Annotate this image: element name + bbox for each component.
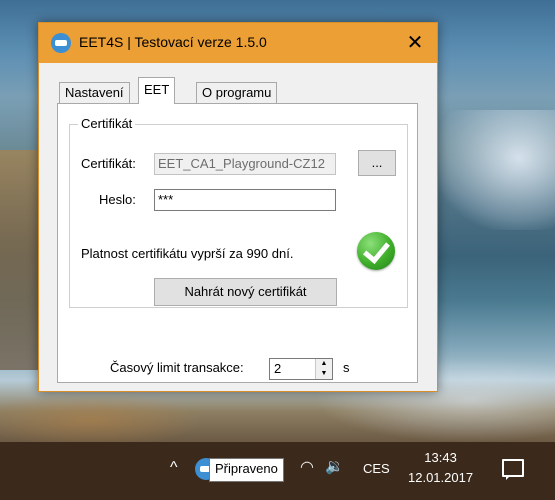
action-center-icon[interactable] bbox=[502, 459, 524, 480]
tab-eet[interactable]: EET bbox=[138, 77, 176, 104]
tab-page-eet: Certifikát Certifikát: EET_CA1_Playgroun… bbox=[57, 103, 418, 383]
title-bar[interactable]: EET4S | Testovací verze 1.5.0 ✕ bbox=[39, 23, 437, 63]
taskbar: ^ Připraveno ◠ 🔉 CES 13:43 12.01.2017 bbox=[0, 442, 555, 500]
validity-text: Platnost certifikátu vyprší za 990 dní. bbox=[81, 246, 294, 261]
certificate-label: Certifikát: bbox=[81, 156, 136, 171]
show-hidden-icons-chevron-icon[interactable]: ^ bbox=[170, 459, 178, 477]
timeout-spinner[interactable]: 2 ▲ ▼ bbox=[269, 358, 333, 380]
app-window: EET4S | Testovací verze 1.5.0 ✕ Nastaven… bbox=[38, 22, 438, 392]
tab-nastaveni[interactable]: Nastavení bbox=[59, 82, 130, 103]
timeout-label: Časový limit transakce: bbox=[110, 360, 244, 375]
wifi-icon[interactable]: ◠ bbox=[300, 457, 314, 477]
check-icon bbox=[357, 232, 395, 270]
upload-certificate-button[interactable]: Nahrát nový certifikát bbox=[154, 278, 337, 306]
window-title: EET4S | Testovací verze 1.5.0 bbox=[79, 34, 267, 50]
spinner-down-icon[interactable]: ▼ bbox=[316, 369, 332, 379]
timeout-value[interactable]: 2 bbox=[274, 361, 281, 377]
certificate-field: EET_CA1_Playground-CZ12 bbox=[154, 153, 336, 175]
password-field[interactable]: *** bbox=[154, 189, 336, 211]
clock-date: 12.01.2017 bbox=[408, 470, 474, 485]
language-indicator[interactable]: CES bbox=[363, 461, 390, 476]
timeout-unit: s bbox=[343, 360, 350, 375]
tab-o-programu[interactable]: O programu bbox=[196, 82, 278, 103]
app-icon bbox=[51, 33, 71, 53]
certificate-group-legend: Certifikát bbox=[78, 116, 136, 131]
clock[interactable]: 13:43 12.01.2017 bbox=[408, 448, 473, 488]
clock-time: 13:43 bbox=[424, 450, 457, 465]
volume-icon[interactable]: 🔉 bbox=[325, 457, 344, 475]
certificate-group: Certifikát Certifikát: EET_CA1_Playgroun… bbox=[69, 116, 408, 308]
tray-tooltip: Připraveno bbox=[209, 458, 284, 482]
close-button[interactable]: ✕ bbox=[393, 23, 437, 63]
password-label: Heslo: bbox=[99, 192, 136, 207]
spinner-buttons: ▲ ▼ bbox=[315, 359, 332, 379]
browse-certificate-button[interactable]: ... bbox=[358, 150, 396, 176]
